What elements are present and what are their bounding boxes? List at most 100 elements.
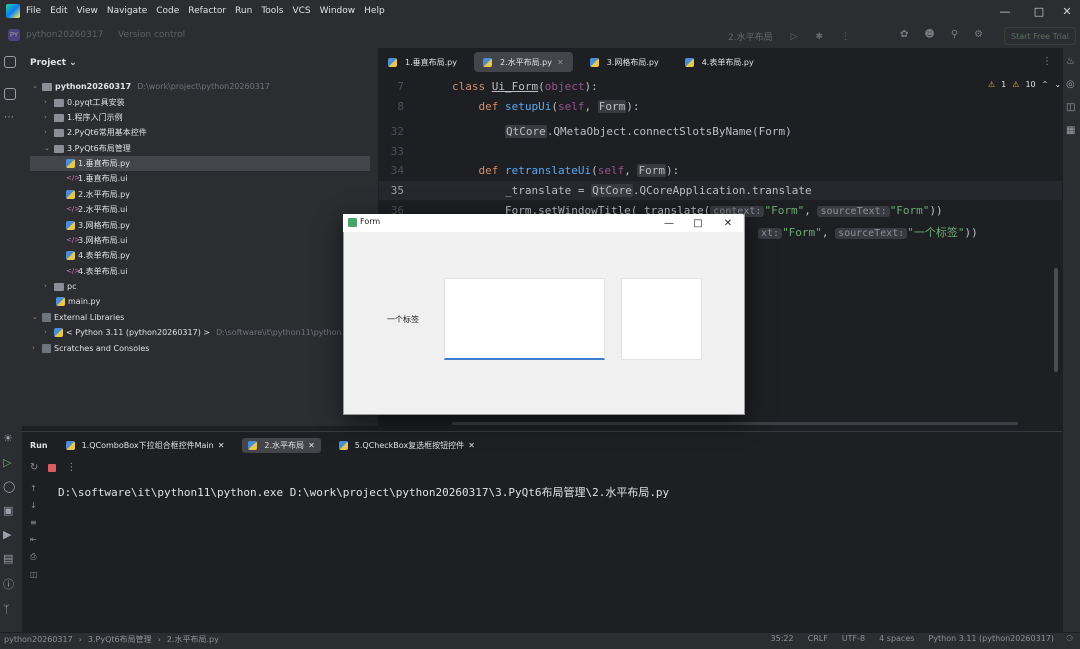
run-tab[interactable]: 5.QCheckBox复选框按钮控件 ✕ <box>333 438 481 453</box>
menu-code[interactable]: Code <box>156 6 179 16</box>
interpreter-selector[interactable]: Python 3.11 (python20260317) <box>928 634 1054 643</box>
menu-navigate[interactable]: Navigate <box>107 6 147 16</box>
python-packages-icon[interactable]: ◯ <box>3 480 15 493</box>
scroll-down-icon[interactable]: ↓ <box>30 501 38 510</box>
services-icon[interactable]: ☀ <box>3 432 15 445</box>
text-edit-focused[interactable] <box>444 278 605 360</box>
text-edit[interactable] <box>621 278 702 360</box>
start-free-trial-button[interactable]: Start Free Trial <box>1004 27 1076 45</box>
editor-scrollbar[interactable] <box>1054 268 1058 372</box>
editor-horizontal-scrollbar[interactable] <box>452 422 1018 425</box>
form-minimize-icon[interactable]: — <box>654 214 684 232</box>
scroll-up-icon[interactable]: ↑ <box>30 484 38 493</box>
close-tab-icon[interactable]: ✕ <box>218 441 225 450</box>
tabs-more-icon[interactable]: ⋮ <box>1042 56 1052 67</box>
tree-folder-0[interactable]: › 0.pyqt工具安装 <box>44 95 125 110</box>
ai-chat-icon[interactable]: ◎ <box>1066 79 1075 90</box>
ai-assistant-icon[interactable]: ✿ <box>900 29 908 40</box>
editor-tab[interactable]: 4.表单布局.py <box>676 52 763 72</box>
form-close-icon[interactable]: ✕ <box>713 214 743 232</box>
close-icon[interactable]: ✕ <box>1052 0 1080 22</box>
minimize-icon[interactable]: — <box>990 0 1020 22</box>
menu-vcs[interactable]: VCS <box>292 6 310 16</box>
sciview-icon[interactable]: ▦ <box>1066 125 1075 136</box>
print-icon[interactable]: ⎙ <box>30 552 38 562</box>
tree-file[interactable]: 4.表单布局.py <box>66 248 130 263</box>
tree-root[interactable]: ⌄ python20260317 D:\work\project\python2… <box>32 79 270 94</box>
search-icon[interactable]: ⚲ <box>951 29 958 40</box>
soft-wrap-icon[interactable]: ≡ <box>30 518 38 527</box>
tree-folder-2[interactable]: › 2.PyQt6常用基本控件 <box>44 125 147 140</box>
tree-file-selected[interactable]: 1.垂直布局.py <box>30 156 370 171</box>
close-tab-icon[interactable]: ✕ <box>308 441 315 450</box>
menu-run[interactable]: Run <box>235 6 252 16</box>
structure-tool-icon[interactable] <box>4 88 16 100</box>
database-icon[interactable]: ◫ <box>1066 102 1075 113</box>
run-tab-active[interactable]: 2.水平布局 ✕ <box>242 437 321 453</box>
close-tab-icon[interactable]: ✕ <box>468 441 475 450</box>
stop-icon[interactable] <box>48 463 57 472</box>
form-maximize-icon[interactable]: □ <box>683 214 713 232</box>
tree-file[interactable]: </> 1.垂直布局.ui <box>66 171 127 186</box>
tree-folder-1[interactable]: › 1.程序入门示例 <box>44 110 123 125</box>
tree-folder-pc[interactable]: › pc <box>44 279 76 294</box>
settings-gear-icon[interactable]: ⚙ <box>974 29 983 40</box>
lock-icon[interactable]: ⚆ <box>1066 634 1073 643</box>
inspection-widget[interactable]: ⚠ 1 ⚠ 10 ⌃ ⌄ <box>988 80 1061 89</box>
maximize-icon[interactable]: □ <box>1024 0 1054 22</box>
menu-view[interactable]: View <box>77 6 98 16</box>
menu-tools[interactable]: Tools <box>261 6 283 16</box>
scroll-to-end-icon[interactable]: ⇤ <box>30 535 38 544</box>
python-console-icon[interactable]: ▣ <box>3 504 15 517</box>
tree-file[interactable]: </> 2.水平布局.ui <box>66 202 127 217</box>
menu-window[interactable]: Window <box>320 6 356 16</box>
chevron-down-icon[interactable]: ⌄ <box>1054 80 1061 89</box>
caret-position[interactable]: 35:22 <box>771 634 794 643</box>
rerun-icon[interactable]: ↻ <box>30 462 38 473</box>
tree-file-main[interactable]: main.py <box>56 294 100 309</box>
more-icon[interactable]: ⋮ <box>66 462 76 473</box>
breadcrumb-project[interactable]: python20260317 <box>4 635 73 644</box>
run-config-selector[interactable]: 2.水平布局 <box>728 30 773 43</box>
debug-icon[interactable]: ✱ <box>816 32 824 42</box>
breadcrumb-folder[interactable]: 3.PyQt6布局管理 <box>88 634 152 645</box>
editor-tab[interactable]: 1.垂直布局.py <box>379 52 466 72</box>
more-tools-icon[interactable]: ⋯ <box>4 112 14 123</box>
editor-tab[interactable]: 3.网格布局.py <box>581 52 668 72</box>
run-tool-icon[interactable]: ▷ <box>3 456 15 469</box>
git-icon[interactable]: ᛉ <box>3 603 15 616</box>
project-tool-icon[interactable] <box>4 56 16 68</box>
editor-tab-active[interactable]: 2.水平布局.py ✕ <box>474 52 573 72</box>
tree-file[interactable]: </> 4.表单布局.ui <box>66 264 127 279</box>
tree-file[interactable]: </> 3.网格布局.ui <box>66 233 127 248</box>
project-panel-title[interactable]: Project ⌄ <box>30 58 77 68</box>
more-icon[interactable]: ⋮ <box>841 32 850 42</box>
menu-refactor[interactable]: Refactor <box>188 6 226 16</box>
tree-scratches[interactable]: › Scratches and Consoles <box>32 341 149 356</box>
chevron-up-icon[interactable]: ⌃ <box>1042 80 1049 89</box>
run-tab[interactable]: 1.QComboBox下拉组合框控件Main ✕ <box>60 438 231 453</box>
terminal-icon[interactable]: ▤ <box>3 552 15 565</box>
tree-folder-3[interactable]: ⌄ 3.PyQt6布局管理 <box>44 141 131 156</box>
file-encoding[interactable]: UTF-8 <box>842 634 865 643</box>
tree-python-sdk[interactable]: › < Python 3.11 (python20260317) > D:\soft… <box>44 325 358 340</box>
notifications-icon[interactable]: ♨ <box>1066 56 1075 67</box>
menu-edit[interactable]: Edit <box>50 6 67 16</box>
version-control-menu[interactable]: Version control <box>118 30 185 40</box>
line-separator[interactable]: CRLF <box>808 634 828 643</box>
tree-file[interactable]: 2.水平布局.py <box>66 187 130 202</box>
menu-help[interactable]: Help <box>364 6 385 16</box>
code-with-me-icon[interactable]: ☻ <box>924 29 934 40</box>
run-icon[interactable]: ▷ <box>791 32 798 42</box>
status-widgets: 35:22 CRLF UTF-8 4 spaces Python 3.11 (p… <box>771 634 1054 643</box>
indent-setting[interactable]: 4 spaces <box>879 634 914 643</box>
problems-icon[interactable]: ▶ <box>3 528 15 541</box>
project-switcher[interactable]: PY python20260317 <box>8 26 103 44</box>
close-tab-icon[interactable]: ✕ <box>557 58 564 67</box>
menu-file[interactable]: File <box>26 6 41 16</box>
problems-info-icon[interactable]: ⓘ <box>3 576 15 592</box>
tree-external-libraries[interactable]: ⌄ External Libraries <box>32 310 124 325</box>
tree-file[interactable]: 3.网格布局.py <box>66 218 130 233</box>
trash-icon[interactable]: ◫ <box>30 570 38 579</box>
breadcrumb-file[interactable]: 2.水平布局.py <box>167 634 219 645</box>
